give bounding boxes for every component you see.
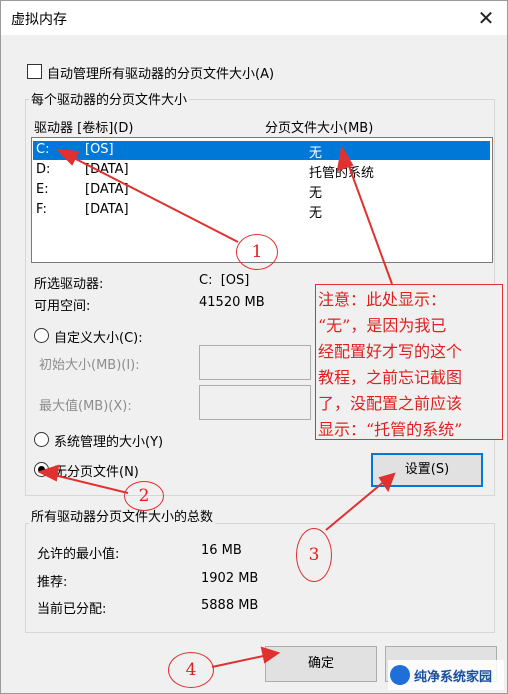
arrow-2 [49, 473, 129, 494]
arrow-4 [211, 654, 269, 668]
arrow-4-head [260, 646, 281, 664]
watermark-logo-icon [390, 665, 410, 685]
marker-1: 1 [236, 234, 278, 270]
arrow-3 [325, 479, 387, 531]
note-line: 教程，之前忘记截图 [318, 368, 463, 387]
arrow-2-head [37, 464, 60, 482]
marker-3: 3 [296, 528, 332, 582]
note-line: 显示：“托管的系统” [318, 420, 463, 439]
arrow-note-head [336, 145, 354, 172]
watermark-text: 纯净系统家园 [414, 670, 493, 685]
arrow-1-head [55, 148, 80, 166]
marker-2: 2 [124, 481, 164, 511]
arrow-note [345, 157, 393, 285]
marker-4: 4 [168, 652, 214, 688]
annotation-note: 注意：此处显示： “无”，是因为我已 经配置好才写的这个 教程，之前忘记截图 了… [315, 284, 503, 440]
watermark: 纯净系统家园 [388, 660, 504, 690]
note-line: 注意：此处显示： [318, 290, 447, 309]
note-line: 了，没配置之前应该 [318, 394, 463, 413]
arrow-3-head [378, 472, 396, 493]
arrow-1 [69, 155, 239, 243]
note-line: 经配置好才写的这个 [318, 342, 463, 361]
note-line: “无”，是因为我已 [318, 316, 447, 335]
